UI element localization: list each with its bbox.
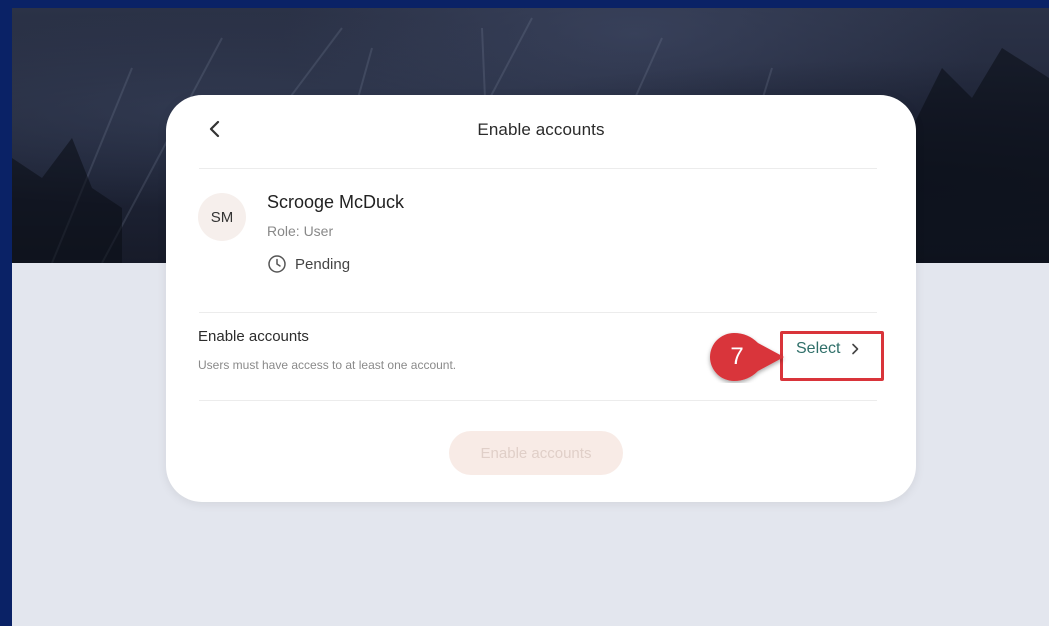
enable-accounts-description: Users must have access to at least one a… — [198, 358, 457, 372]
user-name: Scrooge McDuck — [267, 192, 405, 212]
step-highlight-box — [780, 331, 884, 381]
section-divider — [199, 400, 877, 401]
enable-accounts-section-title: Enable accounts — [198, 328, 309, 345]
status-label: Pending — [295, 255, 351, 273]
enable-accounts-button[interactable]: Enable accounts — [449, 431, 623, 475]
app-frame: Enable accounts SM Scrooge McDuck Role: … — [12, 8, 1049, 626]
user-avatar: SM — [198, 193, 246, 241]
user-status: Pending — [267, 254, 350, 274]
enable-accounts-card: Enable accounts SM Scrooge McDuck Role: … — [166, 95, 916, 502]
card-title: Enable accounts — [477, 120, 605, 139]
clock-icon — [268, 255, 286, 273]
card-header: Enable accounts — [166, 95, 916, 165]
header-divider — [199, 168, 877, 169]
user-divider — [199, 312, 877, 313]
user-role: Role: User — [267, 223, 334, 239]
step-number: 7 — [730, 343, 744, 370]
avatar-initials: SM — [210, 208, 234, 226]
